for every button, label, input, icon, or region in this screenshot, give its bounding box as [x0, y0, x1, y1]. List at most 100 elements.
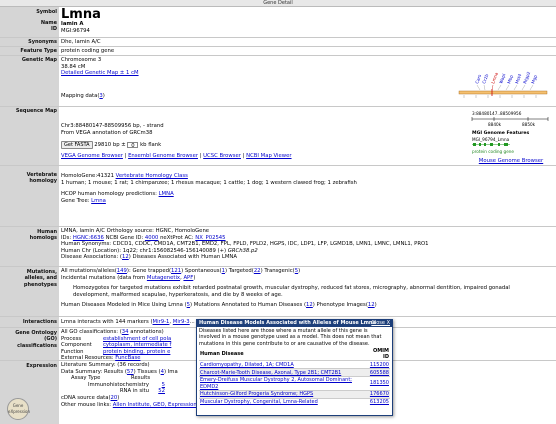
- disease-link[interactable]: Emery-Dreifuss Muscular Dystrophy 2, Aut…: [200, 377, 352, 389]
- human-homologs-label: Human homologs: [0, 227, 59, 266]
- incidental-text: Incidental mutations (data from: [61, 274, 146, 281]
- omim-link[interactable]: 176670: [370, 391, 389, 397]
- go-function-link[interactable]: protein binding, protein e: [103, 349, 170, 355]
- genome-browser-panel[interactable]: 3:88480147..88509956 8840k 8850k MGI Gen…: [470, 111, 552, 164]
- gene-id: MGI:96794: [61, 27, 90, 34]
- vertebrate-homology-label: Vertebrate homology: [0, 166, 59, 226]
- human-ids-line: IDs: HGNC:6636 NCBI Gene ID: 4000 neXtPr…: [61, 235, 554, 242]
- chromosome-band: [458, 90, 548, 95]
- popup-header: Human Disease Models Associated with All…: [197, 320, 392, 327]
- mir9-3-link[interactable]: Mir9-3: [173, 319, 190, 325]
- get-fasta-button[interactable]: Get FASTA: [61, 141, 93, 150]
- go-all-suffix: annotations): [128, 329, 164, 335]
- models-mid: ) Mutations Annotated to Human Diseases …: [190, 302, 307, 309]
- mutagenetix-link[interactable]: Mutagenetix: [147, 275, 180, 281]
- symbol-label: Symbol: [36, 9, 57, 15]
- symbol-row: Symbol Name ID Lmna lamin A MGI:96794: [0, 7, 556, 38]
- vertebrate-homology-class-link[interactable]: Vertebrate Homology Class: [116, 173, 188, 179]
- mouse-genome-browser-link[interactable]: Mouse Genome Browser: [479, 158, 543, 164]
- ucsc-browser-link[interactable]: UCSC Browser: [203, 153, 241, 159]
- ensembl-browser-link[interactable]: Ensembl Genome Browser: [128, 153, 198, 159]
- nextprot-prefix: neXtProt AC:: [160, 234, 194, 241]
- table-row: Hutchinson-Gilford Progeria Syndrome; HG…: [199, 389, 390, 399]
- gene-tree-link[interactable]: Lmna: [91, 198, 106, 204]
- go-annotations-link[interactable]: 34: [122, 329, 129, 335]
- go-component-link[interactable]: cytoplasm, intermediate f: [103, 342, 171, 348]
- human-location-build: GRCh38.p2: [227, 247, 258, 254]
- mutations-values: All mutations/alleles(149): Gene trapped…: [61, 268, 554, 309]
- detailed-genetic-map-link[interactable]: Detailed Genetic Map ± 1 cM: [61, 70, 139, 76]
- popup-close-button[interactable]: Close X: [371, 320, 390, 327]
- phenotype-images-text: ) Phenotype Images(: [312, 302, 368, 309]
- all-alleles-link[interactable]: 149: [117, 268, 127, 274]
- omim-link[interactable]: 605588: [370, 370, 389, 376]
- ncbi-gene-link[interactable]: 4000: [145, 235, 158, 241]
- human-label-line2: homologs: [29, 235, 57, 242]
- feature-type-label: Feature Type: [0, 47, 59, 55]
- results-link[interactable]: 57: [127, 369, 134, 375]
- disease-models-popup: Human Disease Models Associated with All…: [196, 319, 393, 416]
- flank-input[interactable]: 0: [127, 141, 139, 149]
- panel-gene-type: protein coding gene: [472, 149, 515, 155]
- genetic-map-diagram[interactable]: Cars Cr2b Lmna Wapl Mbp Mst4 Rtgp2 Mgp: [456, 58, 552, 104]
- mir9-1-link[interactable]: Mir9-1: [153, 319, 170, 325]
- go-process-link[interactable]: establishment of cell pola: [103, 336, 171, 342]
- rna-link[interactable]: 52: [149, 388, 165, 395]
- results-header: Results: [131, 375, 151, 382]
- panel-tick-1: 8840k: [488, 122, 502, 127]
- mapping-data-prefix: Mapping data(: [61, 92, 100, 99]
- disease-suffix: ) Diseases Associated with Human LMNA: [128, 254, 237, 261]
- omim-link[interactable]: 181350: [370, 380, 389, 386]
- disease-link[interactable]: Hutchinson-Gilford Progeria Syndrome; HG…: [200, 391, 313, 397]
- gene-tree-line: Gene Tree: Lmna: [61, 198, 554, 205]
- genetic-map-row: Genetic Map Chromosome 3 38.84 cM Detail…: [0, 56, 556, 107]
- table-row: Muscular Dystrophy, Congenital, Lmna-Rel…: [199, 397, 390, 407]
- disease-link[interactable]: Charcot-Marie-Tooth Disease, Axonal, Typ…: [200, 370, 341, 376]
- gene-trapped-text: ): Gene trapped(: [126, 268, 172, 274]
- targeted-text: ) Targeted(: [224, 268, 254, 274]
- hgnc-link[interactable]: HGNC:6636: [73, 235, 104, 241]
- flank-label: kb flank: [140, 142, 162, 149]
- interactions-text: Lmna interacts with 144 markers (: [61, 319, 153, 325]
- window-title: Gene Detail: [0, 0, 556, 7]
- vega-browser-link[interactable]: VEGA Genome Browser: [61, 153, 123, 159]
- col-omim-id: OMIM ID: [372, 347, 389, 360]
- human-location-line: Human Chr (Location): 1q22; chr1:1560825…: [61, 248, 554, 255]
- gene-symbol: Lmna: [61, 7, 101, 22]
- genetic-map-label: Genetic Map: [0, 56, 59, 106]
- homologene-id: HomoloGene:41321: [61, 173, 114, 179]
- nextprot-link[interactable]: NX_P02545: [195, 235, 225, 241]
- disease-associations-link[interactable]: 12: [122, 254, 129, 260]
- disease-link[interactable]: Cardiomyopathy, Dilated, 1A; CMD1A: [200, 362, 294, 368]
- col-human-disease: Human Disease: [200, 350, 244, 357]
- summary-prefix: Data Summary: Results (: [61, 368, 127, 375]
- immuno-link[interactable]: 5: [149, 382, 165, 389]
- omim-link[interactable]: 613205: [370, 399, 389, 405]
- gene-trapped-link[interactable]: 121: [171, 268, 181, 274]
- mutations-label: Mutations, alleles, and phenotypes: [0, 267, 59, 316]
- disease-models-line: Human Diseases Modeled in Mice Using Lmn…: [61, 302, 554, 309]
- mutations-annotated-link[interactable]: 12: [306, 302, 313, 308]
- targeted-link[interactable]: 22: [254, 268, 261, 274]
- map-scale-ticks: [463, 95, 537, 98]
- hcop-lmna-link[interactable]: LMNA: [159, 191, 174, 197]
- omim-link[interactable]: 115200: [370, 362, 389, 368]
- spontaneous-text: ) Spontaneous(: [181, 268, 222, 274]
- table-row: Emery-Dreifuss Muscular Dystrophy 2, Aut…: [199, 376, 390, 391]
- apf-link[interactable]: APF: [183, 275, 193, 281]
- models-prefix: Human Diseases Modeled in Mice Using Lmn…: [61, 302, 187, 309]
- images-text: ) Ima: [163, 368, 178, 375]
- gene-tree-text: Gene Tree:: [61, 197, 90, 204]
- phenotype-suffix: ): [374, 302, 377, 309]
- feature-type-value: protein coding gene: [61, 48, 115, 54]
- ids-prefix: IDs:: [61, 234, 72, 241]
- marker-label-cr2b: Cr2b: [481, 73, 489, 84]
- disease-link[interactable]: Muscular Dystrophy, Congenital, Lmna-Rel…: [200, 399, 318, 405]
- phenotype-images-link[interactable]: 12: [368, 302, 375, 308]
- table-row: Cardiomyopathy, Dilated, 1A; CMD1A 11520…: [199, 360, 390, 369]
- ncbi-map-viewer-link[interactable]: NCBI Map Viewer: [246, 153, 291, 159]
- disease-table-header: Human Disease OMIM ID: [199, 348, 390, 361]
- homologene-species: 1 human; 1 mouse; 1 rat; 1 chimpanzee; 1…: [61, 179, 357, 186]
- human-gene-line: LMNA, lamin A/C Orthology source: HGNC, …: [61, 228, 210, 234]
- vertebrate-homology-values: HomoloGene:41321 Vertebrate Homology Cla…: [61, 173, 554, 204]
